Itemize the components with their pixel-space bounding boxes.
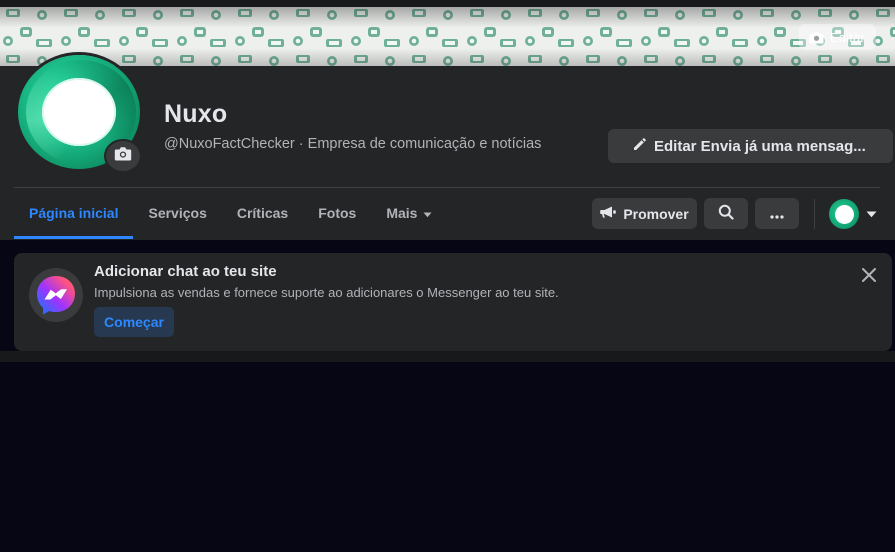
edit-cover-label: Editar (829, 29, 865, 45)
tab-home[interactable]: Página inicial (14, 188, 134, 239)
tab-services[interactable]: Serviços (133, 188, 221, 238)
card-title: Adicionar chat ao teu site (94, 263, 277, 280)
tab-label: Página inicial (29, 205, 119, 221)
avatar-center (42, 78, 116, 146)
update-avatar-button[interactable] (104, 139, 142, 173)
page-title: Nuxo (164, 100, 228, 128)
more-options-button[interactable] (755, 198, 799, 229)
content-bottom-edge (0, 351, 895, 362)
camera-icon (809, 31, 824, 44)
pencil-icon (632, 136, 648, 156)
tab-label: Mais (386, 205, 418, 221)
tab-more[interactable]: Mais (371, 188, 447, 238)
caret-down-icon (866, 205, 877, 223)
tab-reviews[interactable]: Críticas (222, 188, 303, 238)
tab-photos[interactable]: Fotos (303, 188, 371, 238)
close-button[interactable] (855, 263, 883, 291)
cover-photo[interactable]: Editar (0, 7, 895, 66)
account-avatar (829, 199, 859, 229)
actions-divider (814, 199, 815, 229)
top-strip (0, 0, 895, 7)
promote-button[interactable]: Promover (592, 198, 697, 229)
account-switcher[interactable] (829, 198, 885, 230)
more-icon (770, 206, 784, 222)
edit-cover-button[interactable]: Editar (798, 24, 876, 50)
promote-label: Promover (623, 205, 689, 222)
get-started-button[interactable]: Começar (94, 307, 174, 337)
search-icon (718, 204, 734, 223)
tab-label: Serviços (148, 205, 207, 221)
megaphone-icon (600, 205, 617, 222)
search-button[interactable] (704, 198, 748, 229)
edit-send-message-button[interactable]: Editar Envia já uma mensag... (608, 129, 893, 163)
camera-icon (114, 146, 132, 166)
close-icon (862, 267, 876, 287)
edit-send-label: Editar Envia já uma mensag... (654, 137, 866, 155)
card-description: Impulsiona as vendas e fornece suporte a… (94, 285, 559, 300)
tab-label: Fotos (318, 205, 357, 221)
messenger-icon (29, 268, 83, 322)
cover-shade (0, 7, 895, 66)
caret-down-icon (423, 205, 432, 221)
page-tabs: Página inicial Serviços Críticas Fotos M… (14, 188, 447, 239)
page-subtitle: @NuxoFactChecker · Empresa de comunicaçã… (164, 136, 542, 152)
chat-promo-card: Adicionar chat ao teu site Impulsiona as… (14, 253, 892, 351)
tab-label: Críticas (236, 205, 289, 221)
